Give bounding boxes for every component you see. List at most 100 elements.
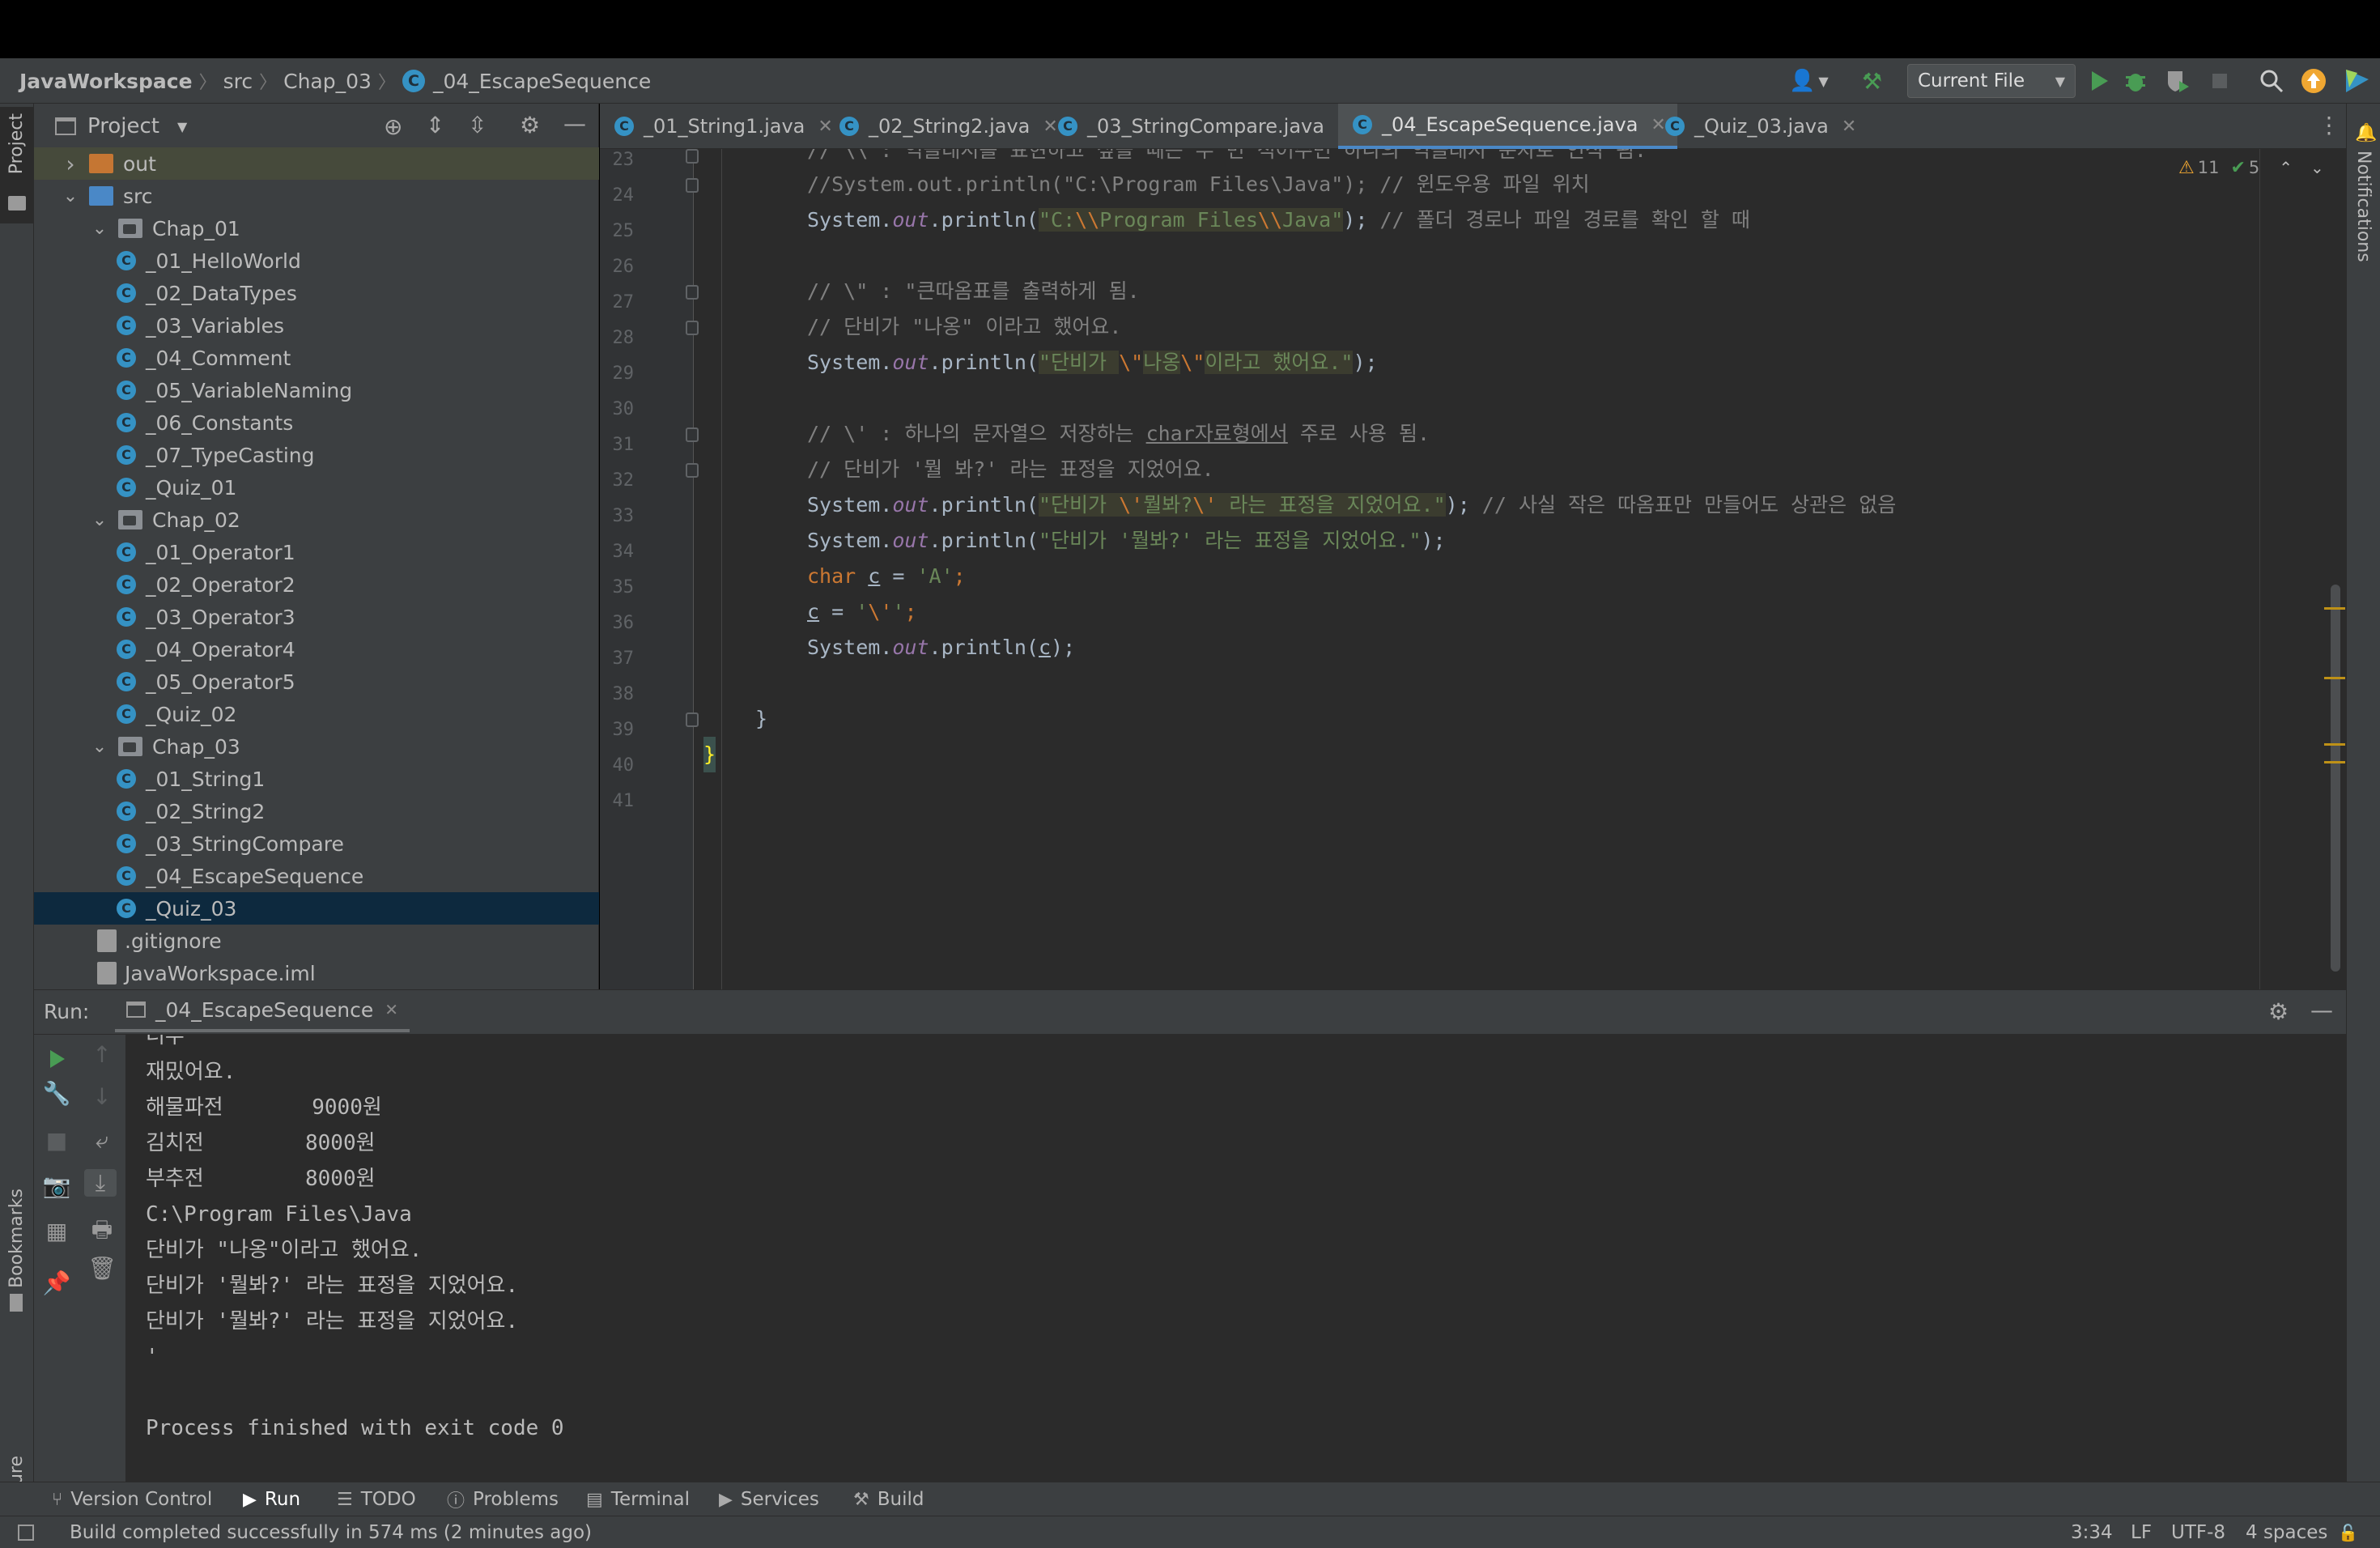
run-tab[interactable]: _04_EscapeSequence ✕ [115,990,410,1032]
close-icon[interactable]: ✕ [1842,117,1856,137]
fold-marker[interactable] [686,321,699,335]
locate-icon[interactable]: ⊕ [384,113,402,140]
minimize-icon[interactable]: — [2310,997,2333,1023]
tree-item[interactable]: _Quiz_02 [34,698,599,730]
run-console[interactable]: 너무 재밌어요. 해물파전 9000원 김치전 8000원 부추전 8000원 … [126,1035,2346,1482]
print-icon[interactable]: 🖶 [86,1213,118,1252]
lock-icon[interactable]: 🔓 [2338,1516,2358,1548]
terminal-tool-button[interactable]: ▤ Terminal [586,1482,690,1516]
tree-item[interactable]: _05_VariableNaming [34,374,599,406]
tree-item[interactable]: _04_Comment [34,342,599,374]
arrow-down-icon[interactable]: ↓ [86,1083,118,1110]
tree-item[interactable]: ⌄ src [34,180,599,212]
tree-item[interactable]: _04_EscapeSequence [34,860,599,892]
coverage-button[interactable] [2161,65,2194,97]
wrench-icon[interactable]: 🔧 [40,1080,73,1107]
collapse-all-icon[interactable]: ⇳ [468,112,487,138]
tree-item[interactable]: .gitignore [34,925,599,957]
tree-item[interactable]: ⌄ Chap_02 [34,504,599,536]
fold-marker[interactable] [686,427,699,442]
tree-item[interactable]: _Quiz_03 [34,892,599,925]
version-control-button[interactable]: ⑂ Version Control [52,1482,212,1516]
build-tool-button[interactable]: ⚒ Build [853,1482,924,1516]
tree-item[interactable]: _03_StringCompare [34,827,599,860]
camera-icon[interactable]: 📷 [40,1172,73,1199]
notifications-tool-button[interactable]: 🔔 Notifications [2352,123,2377,285]
tab-04-escapesequence[interactable]: _04_EscapeSequence.java ✕ [1338,104,1677,149]
run-config-dropdown[interactable]: Current File ▼ [1907,64,2076,98]
run-tool-button[interactable]: ▶ Run [243,1482,300,1516]
arrow-up-icon[interactable]: ↑ [86,1041,118,1068]
tree-item[interactable]: _07_TypeCasting [34,439,599,471]
trash-icon[interactable]: 🗑 [86,1255,118,1282]
fold-marker[interactable] [686,712,699,727]
build-button[interactable]: ⚒ [1862,65,1891,97]
tree-item[interactable]: _01_HelloWorld [34,245,599,277]
soft-wrap-icon[interactable]: ⤶ [86,1127,118,1155]
scroll-to-end-icon[interactable]: ⤓ [84,1169,117,1197]
file-encoding[interactable]: UTF-8 [2171,1516,2225,1548]
tree-item[interactable]: › out [34,147,599,180]
tree-item[interactable]: _03_Variables [34,309,599,342]
editor-scrollbar[interactable] [2331,585,2340,972]
code-editor[interactable]: 23 24 25 26 27 28 29 30 31 32 33 34 35 36 37 38 39 40 41 ⚠… [600,149,2346,989]
tree-item[interactable]: ⌄ Chap_01 [34,212,599,245]
problems-tool-button[interactable]: ⓘ Problems [447,1482,559,1516]
chevron-up-icon[interactable]: ⌃ [2279,158,2293,177]
fold-marker[interactable] [686,285,699,300]
breadcrumb-src[interactable]: src [223,70,253,93]
stop-icon[interactable]: ■ [40,1127,73,1154]
chevron-down-icon[interactable]: ⌄ [2310,158,2324,177]
tree-item[interactable]: _05_Operator5 [34,666,599,698]
tab-02-string2[interactable]: _02_String2.java ✕ [825,104,1069,149]
tree-item[interactable]: _02_String2 [34,795,599,827]
caret-position[interactable]: 3:34 [2071,1516,2113,1548]
close-icon[interactable]: ✕ [385,1000,398,1019]
tree-item[interactable]: _02_Operator2 [34,568,599,601]
todo-tool-button[interactable]: ☰ TODO [337,1482,416,1516]
status-message[interactable]: Build completed successfully in 574 ms (… [70,1516,592,1548]
chevron-down-icon[interactable]: ⌄ [87,737,112,757]
tree-item[interactable]: _03_Operator3 [34,601,599,633]
inspection-widget[interactable]: ⚠ 11 ✔ 5 ⌃ ⌄ [2178,155,2324,180]
pin-icon[interactable]: 📌 [40,1269,73,1296]
tree-item[interactable]: _01_Operator1 [34,536,599,568]
fold-marker[interactable] [686,178,699,193]
fold-marker[interactable] [686,463,699,478]
layout-icon[interactable]: ▦ [40,1218,73,1244]
breadcrumb-package[interactable]: Chap_03 [283,70,372,93]
project-tool-button[interactable]: Project [0,107,34,223]
chevron-down-icon[interactable]: ⌄ [58,186,83,206]
gear-icon[interactable]: ⚙ [2268,998,2289,1025]
updates-button[interactable] [2297,65,2330,97]
gear-icon[interactable]: ⚙ [520,112,540,138]
warning-marker[interactable] [2324,607,2345,610]
search-button[interactable] [2255,65,2288,97]
debug-button[interactable] [2119,65,2152,97]
line-separator[interactable]: LF [2131,1516,2152,1548]
tree-item[interactable]: ⌄ Chap_03 [34,730,599,763]
chevron-down-icon[interactable]: ▼ [177,119,187,134]
indent-setting[interactable]: 4 spaces [2246,1516,2327,1548]
tab-quiz-03[interactable]: _Quiz_03.java ✕ [1651,104,1868,149]
more-tabs-icon[interactable]: ⋮ [2318,112,2340,138]
tree-item[interactable]: _02_DataTypes [34,277,599,309]
structure-tool-button[interactable]: Structure [0,1350,34,1548]
vcs-user-button[interactable]: 👤 ▼ [1789,65,1838,97]
fold-marker[interactable] [686,149,699,164]
expand-all-icon[interactable]: ⇕ [426,112,444,138]
tree-item[interactable]: JavaWorkspace.iml [34,957,599,989]
project-view-title[interactable]: Project [87,114,159,138]
minimize-icon[interactable]: — [563,110,586,137]
layout-toggle-icon[interactable] [18,1516,34,1548]
tree-item[interactable]: _06_Constants [34,406,599,439]
breadcrumb-project[interactable]: JavaWorkspace [19,70,193,93]
warning-marker[interactable] [2324,743,2345,746]
breadcrumb-file[interactable]: _04_EscapeSequence [433,70,651,93]
warning-marker[interactable] [2324,677,2345,679]
chevron-down-icon[interactable]: ⌄ [87,510,112,530]
chevron-down-icon[interactable]: ⌄ [87,219,112,239]
chevron-right-icon[interactable]: › [58,151,83,177]
rerun-icon[interactable] [42,1044,71,1074]
tree-item[interactable]: _Quiz_01 [34,471,599,504]
